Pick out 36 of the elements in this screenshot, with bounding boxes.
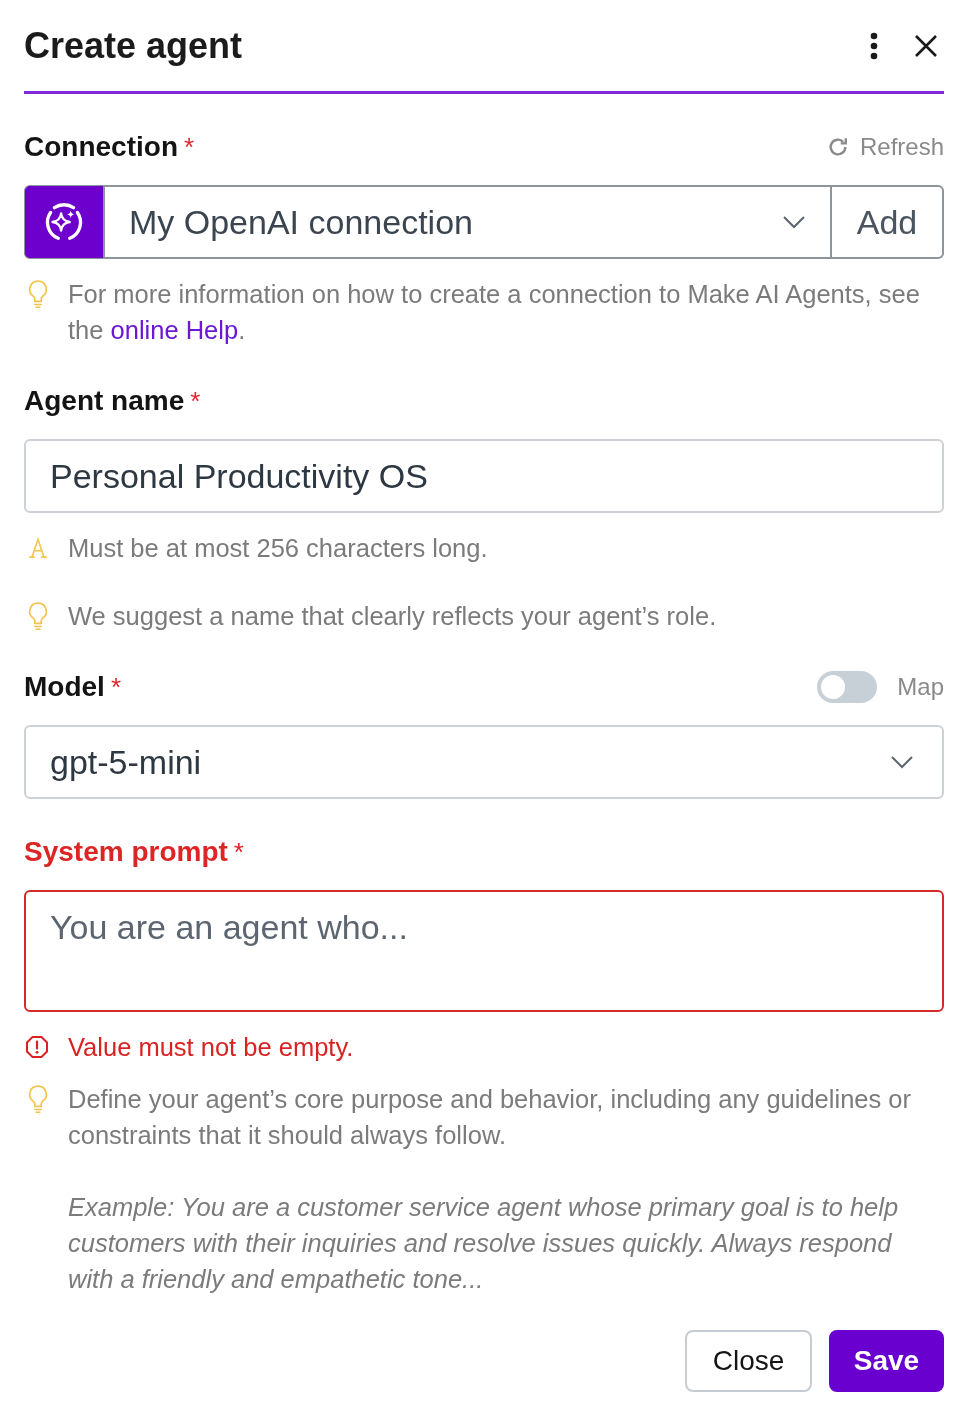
save-button[interactable]: Save	[829, 1330, 944, 1392]
error-message: Value must not be empty.	[68, 1032, 355, 1063]
system-prompt-field[interactable]: You are an agent who...	[24, 890, 944, 1012]
agent-name-field[interactable]: Personal Productivity OS	[24, 439, 944, 513]
map-toggle[interactable]	[817, 671, 878, 703]
lightbulb-icon	[27, 601, 49, 631]
chevron-down-icon	[782, 215, 806, 229]
required-mark: *	[190, 385, 201, 417]
dialog-title: Create agent	[24, 24, 244, 67]
field-label: Connection	[24, 131, 178, 163]
hint-text: For more information on how to create a connection to Make AI Agents, see the online Help.	[68, 279, 921, 346]
hint-text: Define your agent’s core purpose and behavior, including any guidelines or constraints that it should always follow.	[68, 1084, 912, 1151]
lightbulb-icon	[27, 1084, 49, 1114]
field-label: System prompt	[24, 836, 228, 868]
lightbulb-icon	[27, 279, 49, 309]
required-mark: *	[110, 671, 121, 703]
sparkle-ring-icon	[24, 185, 103, 259]
exclamation-octagon-icon	[25, 1035, 49, 1059]
field-label: Model	[24, 671, 105, 703]
refresh-icon	[826, 136, 849, 158]
warning-text: Must be at most 256 characters long.	[68, 533, 489, 564]
add-button[interactable]: Add	[832, 185, 944, 259]
field-label: Agent name	[24, 385, 185, 417]
model-select[interactable]: gpt-5-mini	[24, 725, 944, 799]
example-text: Example: You are a customer service agent whose primary goal is to help customers with their inquiries and resolve issues quickly. Always respond with a friendly and empathetic tone...	[68, 1192, 900, 1295]
help-link[interactable]: online Help	[110, 316, 239, 344]
close-icon[interactable]	[914, 33, 938, 58]
chevron-down-icon	[890, 755, 914, 769]
map-label: Map	[897, 673, 944, 701]
required-mark: *	[184, 131, 195, 163]
hint-text: We suggest a name that clearly reflects your agent’s role.	[68, 601, 718, 632]
font-icon	[27, 536, 49, 560]
connection-select[interactable]: My OpenAI connection	[103, 185, 832, 259]
more-icon[interactable]	[870, 31, 878, 60]
close-button[interactable]: Close	[685, 1330, 812, 1392]
required-mark: *	[233, 836, 244, 868]
